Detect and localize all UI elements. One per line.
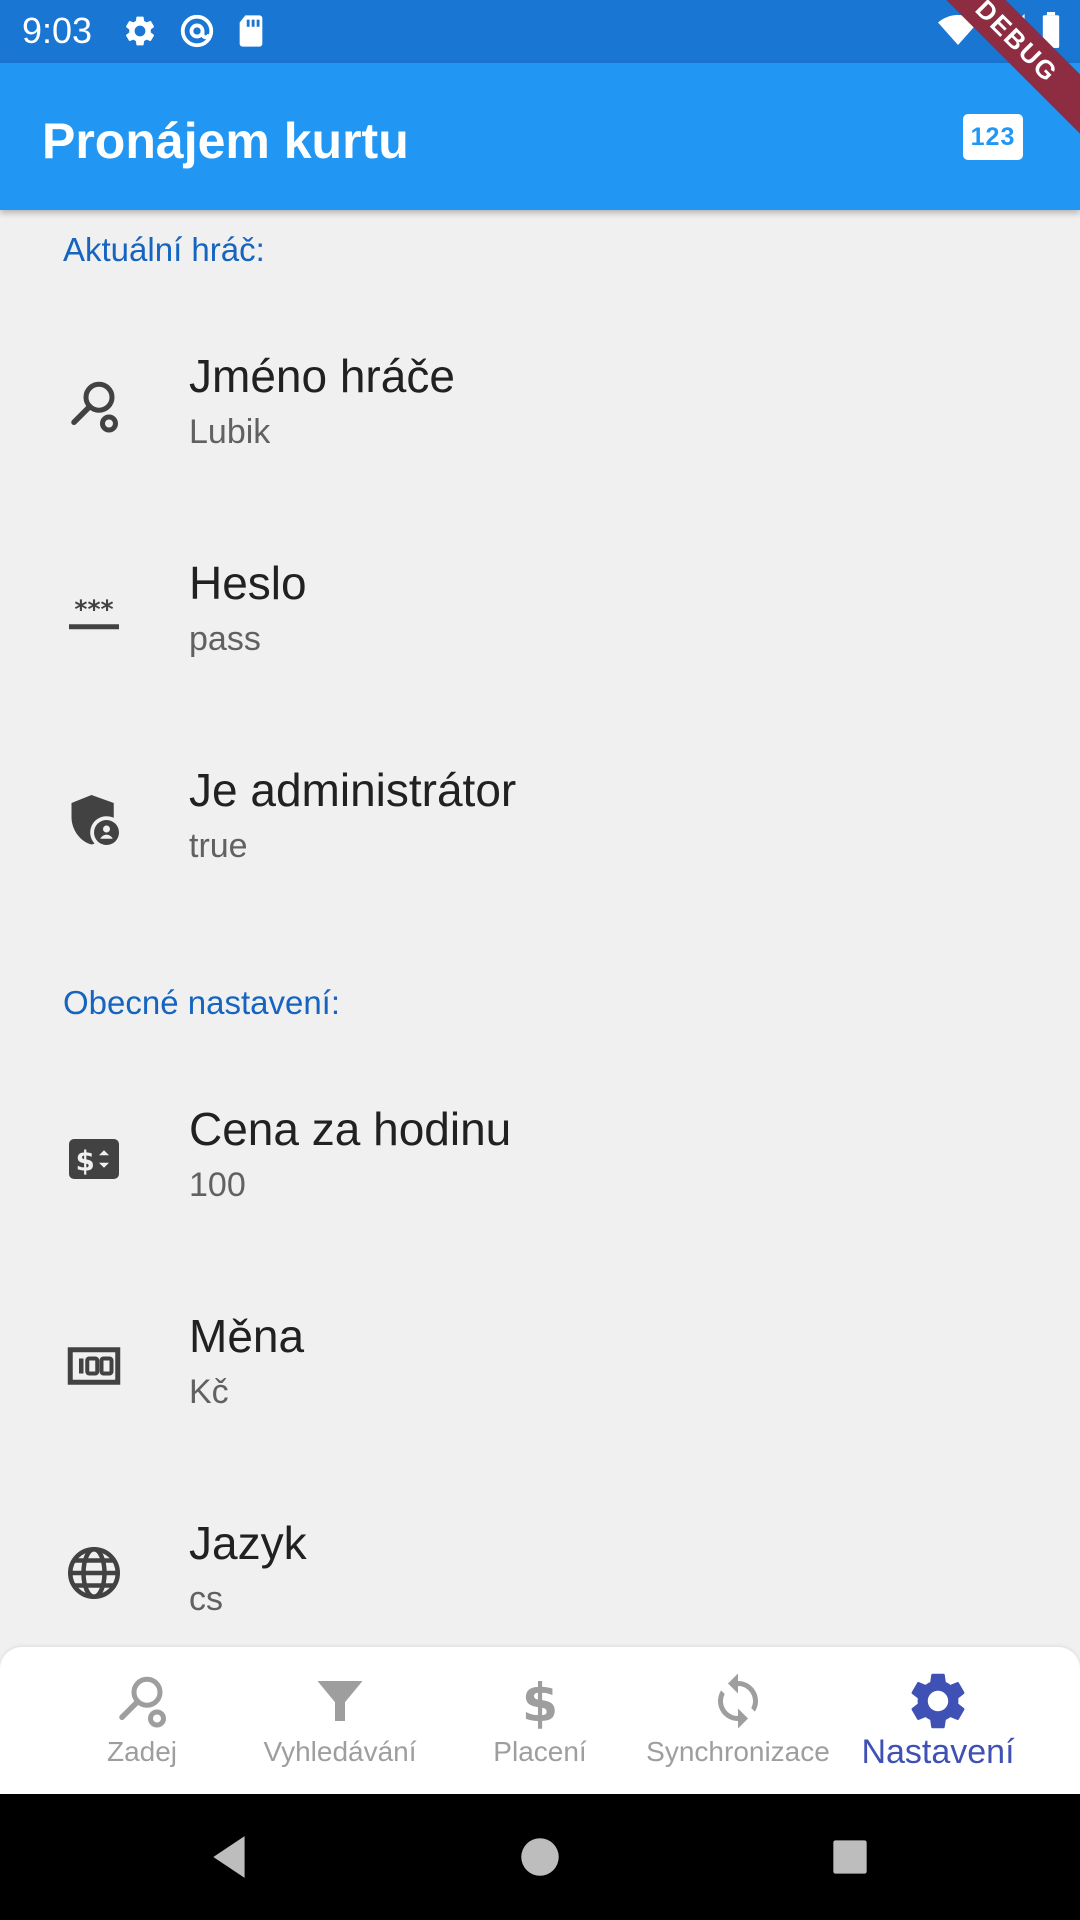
setting-value: cs	[189, 1580, 223, 1618]
setting-value: Kč	[189, 1373, 229, 1411]
nav-item-zadej[interactable]: Zadej	[42, 1647, 242, 1794]
setting-price-per-hour[interactable]: $ Cena za hodinu 100	[0, 1053, 1080, 1260]
setting-title: Je administrátor	[189, 764, 517, 816]
nav-item-placeni[interactable]: $ Placení	[440, 1647, 640, 1794]
svg-text:***: ***	[74, 595, 113, 624]
setting-currency[interactable]: Měna Kč	[0, 1260, 1080, 1467]
setting-title: Heslo	[189, 557, 307, 609]
setting-title: Měna	[189, 1310, 305, 1362]
globe-icon	[68, 1547, 120, 1599]
settings-icon	[125, 16, 155, 46]
setting-value: true	[189, 827, 248, 865]
gear-icon	[911, 1673, 965, 1729]
section-header-general-settings: Obecné nastavení:	[63, 984, 341, 1021]
at-sign-icon	[180, 14, 214, 48]
nav-label: Vyhledávání	[263, 1736, 417, 1767]
nav-label: Placení	[493, 1736, 587, 1767]
setting-player-name[interactable]: Jméno hráče Lubik	[0, 300, 1080, 507]
setting-value: Lubik	[189, 413, 271, 451]
price-change-icon: $	[69, 1139, 119, 1179]
racket-icon	[71, 381, 118, 433]
home-icon[interactable]	[515, 1832, 565, 1882]
nav-label: Zadej	[106, 1736, 178, 1767]
setting-title: Jméno hráče	[189, 350, 455, 402]
numeric-keyboard-button[interactable]: 123	[963, 114, 1023, 160]
money-bill-icon	[67, 1347, 121, 1385]
status-notification-icons	[122, 12, 266, 50]
setting-title: Cena za hodinu	[189, 1103, 512, 1155]
nav-item-synchronizace[interactable]: Synchronizace	[638, 1647, 838, 1794]
nav-item-nastaveni[interactable]: Nastavení	[838, 1647, 1038, 1794]
setting-password[interactable]: *** Heslo pass	[0, 507, 1080, 714]
app-bar: Pronájem kurtu 123	[0, 63, 1080, 210]
nav-label: Synchronizace	[646, 1736, 830, 1767]
nav-item-vyhledavani[interactable]: Vyhledávání	[240, 1647, 440, 1794]
setting-is-admin[interactable]: Je administrátor true	[0, 714, 1080, 921]
svg-text:$: $	[76, 1145, 95, 1177]
sync-icon	[718, 1673, 758, 1729]
section-header-current-player: Aktuální hráč:	[63, 231, 265, 268]
password-icon: ***	[69, 595, 119, 630]
setting-value: pass	[189, 620, 261, 658]
page-title: Pronájem kurtu	[42, 113, 409, 169]
setting-value: 100	[189, 1166, 246, 1204]
svg-text:$: $	[522, 1673, 559, 1731]
nav-label: Nastavení	[861, 1733, 1015, 1771]
recents-icon[interactable]	[825, 1832, 875, 1882]
status-time: 9:03	[22, 10, 93, 51]
dollar-icon: $	[522, 1673, 559, 1731]
sd-card-icon	[239, 15, 263, 47]
racket-icon	[119, 1676, 166, 1728]
filter-icon	[317, 1681, 363, 1721]
settings-list[interactable]: Aktuální hráč: Jméno hráče Lubik *** Hes…	[0, 210, 1080, 1648]
setting-language[interactable]: Jazyk cs	[0, 1467, 1080, 1648]
setting-title: Jazyk	[189, 1517, 307, 1569]
status-bar: 9:03	[0, 0, 1080, 63]
bottom-navigation-bar: Zadej Vyhledávání $ Placení Synchronizac…	[0, 1647, 1080, 1794]
system-navigation-bar	[0, 1794, 1080, 1920]
admin-shield-icon	[71, 795, 119, 845]
back-icon[interactable]	[205, 1832, 255, 1882]
